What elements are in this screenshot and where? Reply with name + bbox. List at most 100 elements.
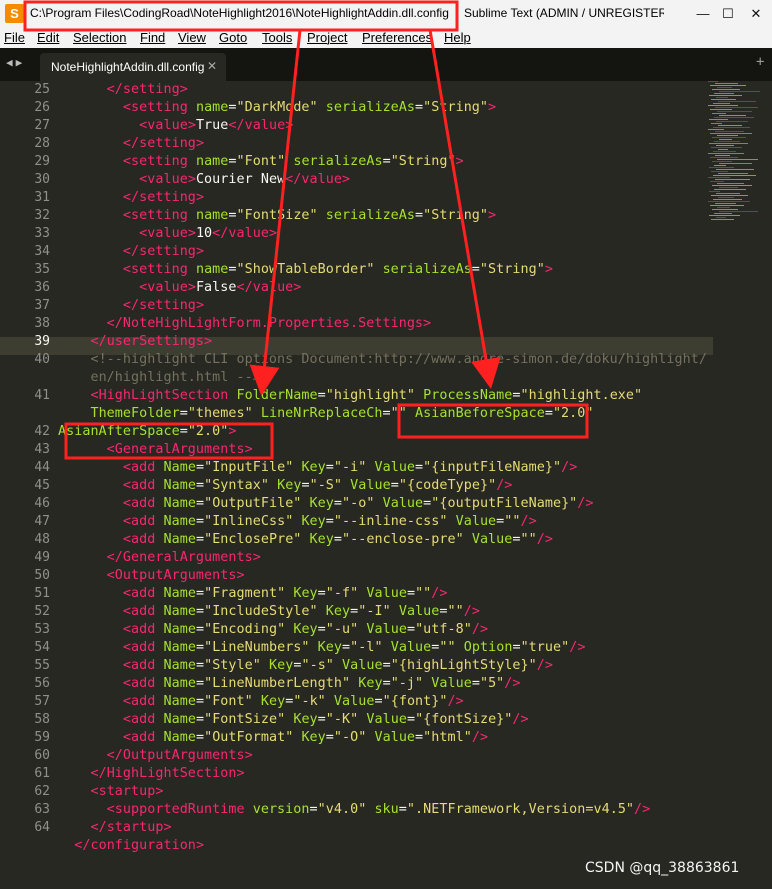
- code-line[interactable]: en/highlight.html -->: [58, 369, 713, 387]
- code-line[interactable]: AsianAfterSpace="2.0">: [58, 423, 713, 441]
- code-line[interactable]: <!--highlight CLI options Document:http:…: [58, 351, 713, 369]
- close-icon[interactable]: ✕: [207, 59, 217, 73]
- code-line[interactable]: <add Name="Syntax" Key="-S" Value="{code…: [58, 477, 713, 495]
- code-text-token: =: [228, 262, 237, 277]
- code-tag-token: <: [122, 712, 132, 727]
- code-line[interactable]: <add Name="InputFile" Key="-i" Value="{i…: [58, 459, 713, 477]
- code-line[interactable]: <add Name="EnclosePre" Key="--enclose-pr…: [58, 531, 713, 549]
- menu-project[interactable]: Project: [307, 30, 347, 45]
- code-line[interactable]: <setting name="FontSize" serializeAs="St…: [58, 207, 713, 225]
- code-text-token: =: [415, 460, 424, 475]
- code-attr-token: Name: [163, 460, 196, 475]
- code-line[interactable]: <supportedRuntime version="v4.0" sku=".N…: [58, 801, 713, 819]
- minimap-line: [711, 147, 742, 148]
- tab-notehighlightaddin-config[interactable]: NoteHighlightAddin.dll.config ✕: [40, 53, 226, 81]
- menu-selection[interactable]: Selection: [73, 30, 126, 45]
- minimap[interactable]: [708, 81, 764, 231]
- code-line[interactable]: <add Name="OutFormat" Key="-O" Value="ht…: [58, 729, 713, 747]
- code-line[interactable]: </HighLightSection>: [58, 765, 713, 783]
- code-line[interactable]: </startup>: [58, 819, 713, 837]
- code-line[interactable]: <add Name="InlineCss" Key="--inline-css"…: [58, 513, 713, 531]
- code-line[interactable]: </setting>: [58, 243, 713, 261]
- code-attr-token: Value: [366, 712, 407, 727]
- code-line[interactable]: </configuration>: [58, 837, 713, 855]
- code-attr-token: Value: [366, 586, 407, 601]
- code-line[interactable]: </setting>: [58, 81, 713, 99]
- code-line[interactable]: <setting name="DarkMode" serializeAs="St…: [58, 99, 713, 117]
- code-text-token: =: [195, 496, 205, 511]
- code-string-token: "String": [423, 100, 489, 115]
- code-line[interactable]: <add Name="LineNumbers" Key="-l" Value="…: [58, 639, 713, 657]
- code-text-token: =: [195, 712, 205, 727]
- menu-view[interactable]: View: [178, 30, 206, 45]
- code-line[interactable]: <setting name="Font" serializeAs="String…: [58, 153, 713, 171]
- code-tag-token: </: [106, 82, 123, 97]
- code-tag-token: >: [204, 334, 213, 349]
- code-line[interactable]: <value>True</value>: [58, 117, 713, 135]
- minimap-line: [715, 107, 758, 108]
- code-tag-token: />: [471, 622, 489, 637]
- line-number: 36: [34, 280, 50, 295]
- minimap-line: [710, 157, 738, 158]
- code-line[interactable]: </GeneralArguments>: [58, 549, 713, 567]
- code-line[interactable]: <value>10</value>: [58, 225, 713, 243]
- code-editor[interactable]: 25 26 27 28 29 30 31 32 33 34 35 36 37 38 39 40 41 42 43 44…: [0, 81, 772, 889]
- code-attr-token: AsianAfterSpace: [58, 424, 180, 439]
- minimap-line: [718, 197, 734, 198]
- new-tab-icon[interactable]: +: [756, 54, 764, 70]
- code-line[interactable]: <add Name="LineNumberLength" Key="-j" Va…: [58, 675, 713, 693]
- menu-preferences[interactable]: Preferences: [362, 30, 432, 45]
- code-tag-token: >: [341, 172, 351, 187]
- code-line[interactable]: <startup>: [58, 783, 713, 801]
- tab-nav-arrows-icon[interactable]: ◀▶: [6, 56, 25, 69]
- code-tag-token: >: [244, 748, 253, 763]
- code-line[interactable]: <add Name="Style" Key="-s" Value="{highL…: [58, 657, 713, 675]
- code-tag-token: <: [122, 262, 132, 277]
- code-line[interactable]: </setting>: [58, 297, 713, 315]
- code-line[interactable]: <add Name="Fragment" Key="-f" Value=""/>: [58, 585, 713, 603]
- code-line[interactable]: <add Name="Encoding" Key="-u" Value="utf…: [58, 621, 713, 639]
- code-line[interactable]: </setting>: [58, 189, 713, 207]
- code-tag-token: >: [187, 118, 196, 133]
- code-line[interactable]: <GeneralArguments>: [58, 441, 713, 459]
- code-line[interactable]: ThemeFolder="themes" LineNrReplaceCh="" …: [58, 405, 713, 423]
- code-string-token: "themes": [187, 406, 253, 421]
- code-line[interactable]: </NoteHighLightForm.Properties.Settings>: [58, 315, 713, 333]
- code-line[interactable]: <add Name="FontSize" Key="-K" Value="{fo…: [58, 711, 713, 729]
- menu-file[interactable]: File: [4, 30, 25, 45]
- code-tag-token: >: [195, 244, 205, 259]
- code-tag-token: >: [236, 568, 245, 583]
- code-line[interactable]: <value>Courier New</value>: [58, 171, 713, 189]
- code-line[interactable]: <OutputArguments>: [58, 567, 713, 585]
- code-line[interactable]: <HighLightSection FolderName="highlight"…: [58, 387, 713, 405]
- code-tag-token: setting: [131, 262, 188, 277]
- code-area[interactable]: </setting> <setting name="DarkMode" seri…: [58, 81, 713, 855]
- line-number: 25: [34, 82, 50, 97]
- code-line[interactable]: </userSettings>: [58, 333, 713, 351]
- code-line[interactable]: </setting>: [58, 135, 713, 153]
- code-string-token: "": [520, 532, 537, 547]
- minimap-line: [712, 113, 726, 114]
- code-line[interactable]: <value>False</value>: [58, 279, 713, 297]
- code-line[interactable]: <add Name="Font" Key="-k" Value="{font}"…: [58, 693, 713, 711]
- vertical-scrollbar[interactable]: [764, 81, 772, 889]
- menu-help[interactable]: Help: [444, 30, 471, 45]
- menu-find[interactable]: Find: [140, 30, 165, 45]
- code-line[interactable]: <add Name="OutputFile" Key="-o" Value="{…: [58, 495, 713, 513]
- code-line[interactable]: <add Name="IncludeStyle" Key="-I" Value=…: [58, 603, 713, 621]
- code-line[interactable]: </OutputArguments>: [58, 747, 713, 765]
- menu-goto[interactable]: Goto: [219, 30, 247, 45]
- minimap-line: [716, 217, 726, 218]
- close-button[interactable]: ✕: [733, 0, 772, 28]
- menu-tools[interactable]: Tools: [262, 30, 292, 45]
- code-line[interactable]: <setting name="ShowTableBorder" serializ…: [58, 261, 713, 279]
- code-text-token: =: [382, 658, 391, 673]
- menu-edit[interactable]: Edit: [37, 30, 59, 45]
- code-tag-token: add: [131, 622, 156, 637]
- sublime-logo-icon: S: [5, 4, 24, 23]
- minimap-line: [712, 185, 752, 186]
